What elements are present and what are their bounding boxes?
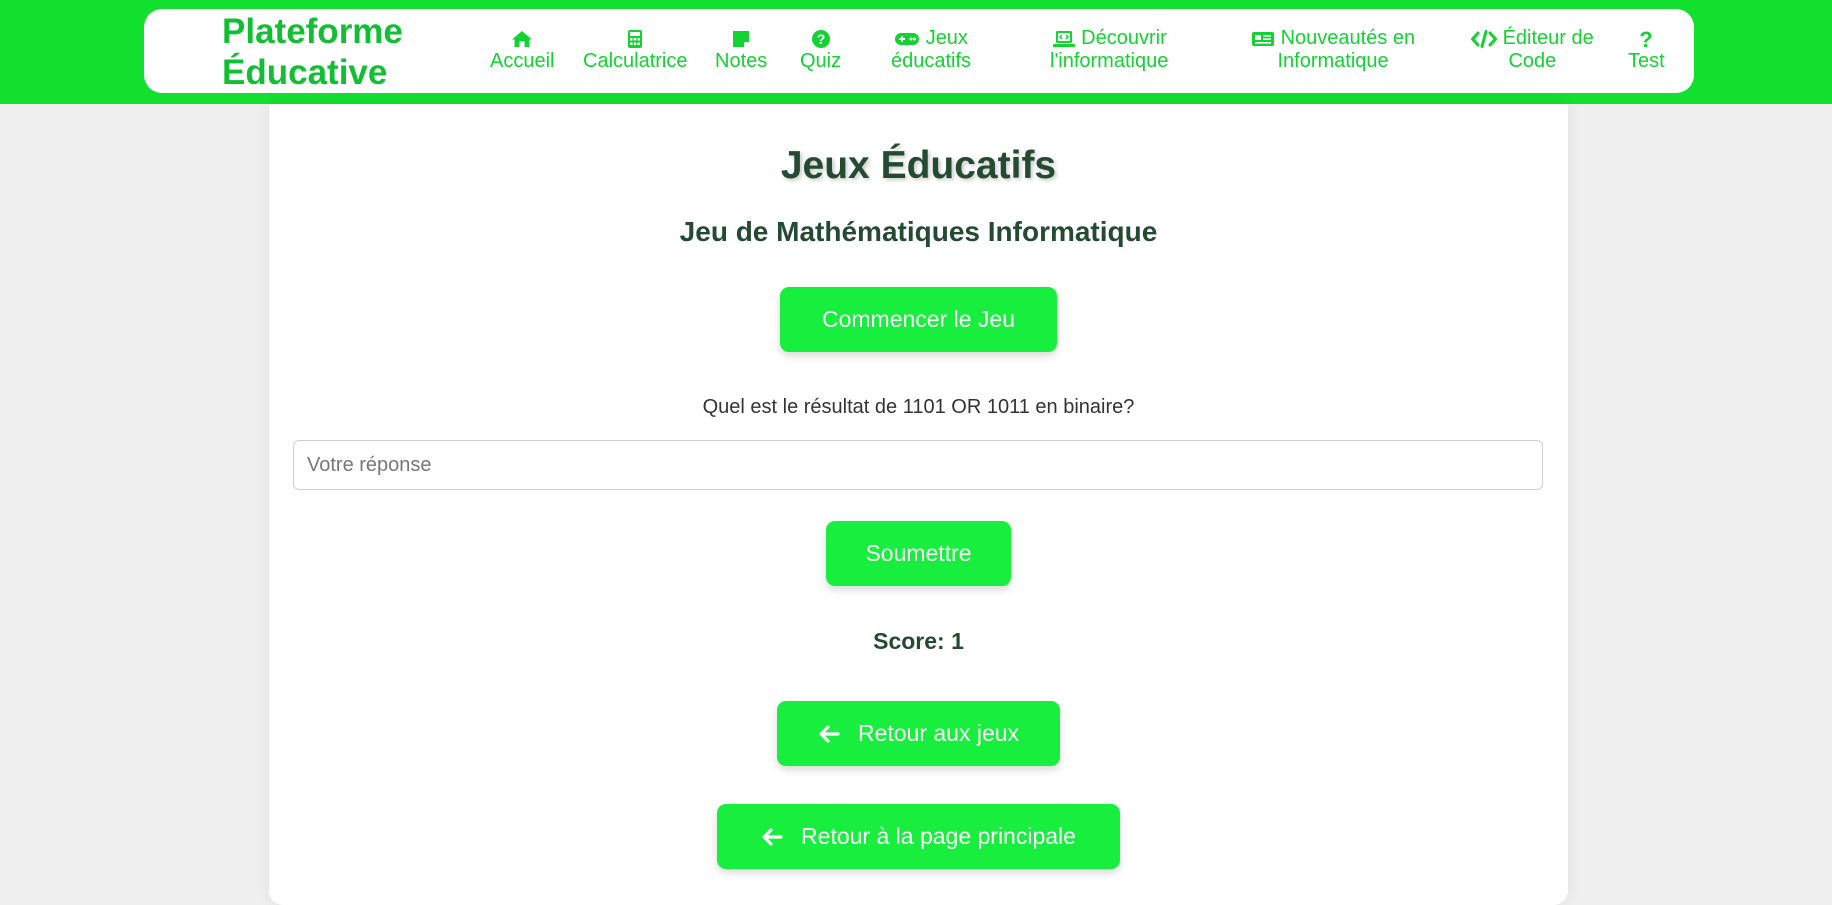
- brand-line-2: Éducative: [222, 53, 388, 92]
- nav-nouveautes-label-1: Nouveautés en: [1280, 27, 1416, 49]
- code-icon: [1471, 29, 1497, 48]
- question-circle-icon: ?: [811, 29, 831, 49]
- nav-decouvrir-informatique[interactable]: Découvrir l'informatique: [1050, 27, 1168, 73]
- submit-button[interactable]: Soumettre: [826, 521, 1011, 586]
- nav-notes-label: Notes: [715, 50, 768, 72]
- nav-notes[interactable]: Notes: [715, 27, 767, 73]
- nav-calculatrice[interactable]: Calculatrice: [583, 27, 687, 73]
- nav-quiz[interactable]: ? Quiz: [800, 27, 841, 73]
- nav-nouveautes-informatique[interactable]: Nouveautés en Informatique: [1251, 27, 1415, 73]
- question-text: Quel est le résultat de 1101 OR 1011 en …: [702, 396, 1135, 418]
- calculator-icon: [627, 29, 643, 49]
- nav-editeur-label-2: Code: [1508, 50, 1557, 72]
- laptop-code-icon: [1052, 30, 1076, 48]
- back-to-home-button[interactable]: Retour à la page principale: [717, 804, 1120, 869]
- nav-decouvrir-label-1: Découvrir: [1081, 27, 1167, 49]
- arrow-left-icon: [818, 724, 840, 744]
- back-to-home-label: Retour à la page principale: [801, 823, 1076, 849]
- sticky-note-icon: [732, 30, 750, 48]
- nav-accueil-label: Accueil: [490, 50, 555, 72]
- brand-line-1: Plateforme: [222, 12, 403, 51]
- arrow-left-icon: [761, 827, 783, 847]
- svg-text:?: ?: [816, 31, 825, 47]
- nav-jeux-educatifs[interactable]: Jeux éducatifs: [891, 27, 971, 73]
- gamepad-icon: [894, 32, 920, 46]
- score-display: Score: 1: [873, 628, 964, 654]
- back-to-games-button[interactable]: Retour aux jeux: [777, 701, 1060, 766]
- back-to-games-label: Retour aux jeux: [857, 720, 1020, 746]
- nav-accueil[interactable]: Accueil: [490, 27, 554, 73]
- nav-calculatrice-label: Calculatrice: [583, 50, 688, 72]
- nav-jeux-label-2: éducatifs: [891, 50, 972, 72]
- question-icon: ?: [1638, 29, 1654, 49]
- nav-editeur-code[interactable]: Éditeur de Code: [1471, 27, 1594, 73]
- game-container: Jeux Éducatifs Jeu de Mathématiques Info…: [269, 104, 1568, 905]
- nav-test[interactable]: ? Test: [1628, 27, 1665, 73]
- answer-input[interactable]: [293, 440, 1543, 490]
- svg-text:?: ?: [1640, 29, 1653, 49]
- nav-nouveautes-label-2: Informatique: [1277, 50, 1389, 72]
- start-game-button[interactable]: Commencer le Jeu: [780, 287, 1057, 352]
- home-icon: [511, 30, 533, 48]
- nav-jeux-label-1: Jeux: [925, 27, 968, 49]
- nav-editeur-label-1: Éditeur de: [1502, 27, 1594, 49]
- brand-logo-text[interactable]: Plateforme Éducative: [222, 11, 403, 93]
- nav-quiz-label: Quiz: [800, 50, 842, 72]
- newspaper-icon: [1251, 31, 1275, 47]
- nav-decouvrir-label-2: l'informatique: [1050, 50, 1169, 72]
- nav-test-label: Test: [1628, 50, 1665, 72]
- game-subtitle: Jeu de Mathématiques Informatique: [679, 216, 1158, 247]
- top-navigation-bar: Plateforme Éducative Accueil Calculatric…: [0, 0, 1832, 104]
- navigation-card: Plateforme Éducative Accueil Calculatric…: [144, 9, 1694, 93]
- page-title: Jeux Éducatifs: [780, 144, 1057, 187]
